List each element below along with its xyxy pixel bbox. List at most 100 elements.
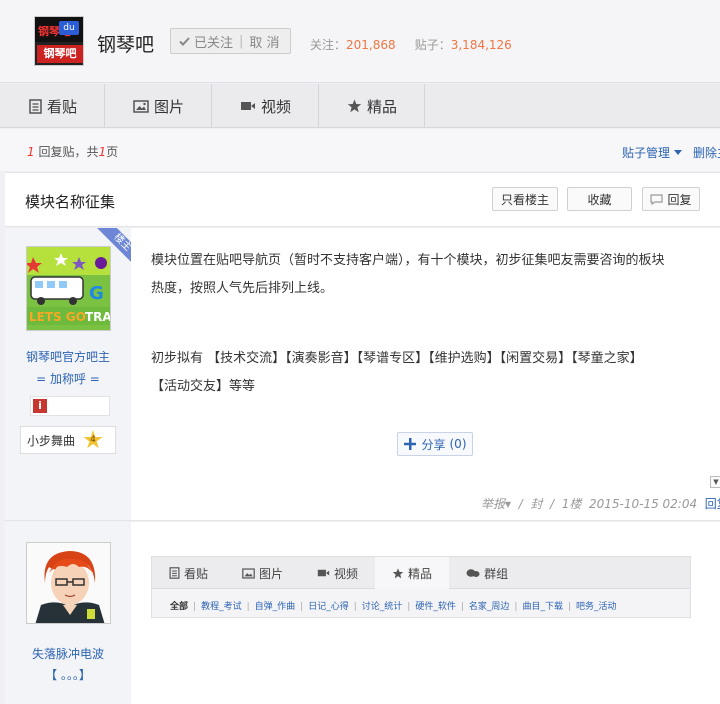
unfollow-button[interactable]: 取 消 [249,32,279,51]
avatar-image: G LETS GO TRA [27,247,111,330]
plus-icon [404,438,417,450]
follow-count: 201,868 [346,38,396,52]
embedded-tab-label: 视频 [334,566,359,581]
embedded-tab-groups[interactable]: 群组 [449,557,525,589]
category-link[interactable]: 硬件_软件 [415,602,456,612]
delete-thread-link[interactable]: 删除主 [693,144,720,161]
logo-text-bottom: 钢琴吧 [37,45,83,63]
forum-header: 钢琴吧 du 钢琴吧 钢琴吧 已关注 | 取 消 关注：201,868 贴子：3… [0,0,720,83]
tab-featured[interactable]: 精品 [319,84,426,128]
forum-nav: 看贴 图片 视频 精品 [0,84,720,128]
reply-count: 1 回复贴，共1页 [27,143,118,160]
embedded-tab-videos[interactable]: 视频 [300,557,375,589]
tab-label: 图片 [154,97,185,116]
category-link[interactable]: 教程_考试 [201,602,242,612]
group-icon [466,568,480,577]
post-meta: 举报▾ / 封 / 1楼 2015-10-15 02:04 回复 [481,495,720,512]
post-count: 3,184,126 [450,38,512,52]
tab-images[interactable]: 图片 [105,84,213,128]
video-icon [241,102,256,110]
share-button[interactable]: 分享 (0) [397,432,473,456]
tab-videos[interactable]: 视频 [212,84,320,128]
author-title[interactable]: = 加称呼 = [5,370,131,387]
embedded-tab-label: 精品 [408,566,433,581]
post-content: 模块位置在贴吧导航页（暂时不支持客户端），有十个模块，初步征集吧友需要咨询的板块… [151,247,699,401]
embedded-tabs: 看贴 图片 视频 精品 群组 [152,557,690,589]
content-line: 初步拟有 【技术交流】【演奏影音】【琴谱专区】【维护选购】【闲置交易】【琴童之家… [151,351,643,366]
forum-stats: 关注：201,868 贴子：3,184,126 [310,36,512,53]
star-icon [347,99,362,113]
manage-label: 贴子管理 [622,146,671,160]
content-line: 热度，按照人气先后排列上线。 [151,281,334,296]
embedded-category-links: 全部 | 教程_考试 | 自弹_作曲 | 日记_心得 | 讨论_统计 | 硬件_软件 | 名家_周边 | 曲… [170,602,617,612]
level-number: 4 [90,435,96,445]
embedded-tab-featured[interactable]: 精品 [375,557,450,589]
comment-icon [650,193,664,205]
reply-number: 1 [27,145,35,159]
forum-name[interactable]: 钢琴吧 [97,30,154,57]
category-link[interactable]: 曲目_下载 [522,602,563,612]
author-name[interactable]: 钢琴吧官方吧主 [5,348,131,365]
post-stat-label: 贴子： [414,38,451,52]
category-link[interactable]: 名家_周边 [469,602,510,612]
follow-stat-label: 关注： [310,38,347,52]
author-name[interactable]: 失落脉冲电波 [5,645,131,662]
image-icon [242,567,255,579]
doc-icon [169,567,180,579]
post-menu-toggle[interactable]: ▼ [710,476,720,488]
doc-icon [29,98,42,114]
reply-text: 回复贴，共 [38,145,99,159]
tab-posts[interactable]: 看贴 [0,84,106,128]
svg-text:G: G [89,283,104,304]
logo-du-icon: du [59,21,79,35]
check-icon [179,36,190,46]
post-floor-1: 楼主 G LETS GO TRA 钢琴吧官方吧主 = 加称呼 = i 小步舞曲 … [5,228,720,521]
report-dropdown[interactable]: 举报▾ [481,497,511,511]
category-link[interactable]: 自弹_作曲 [255,602,296,612]
post-reply-link[interactable]: 回复 [705,497,720,511]
share-label: 分享 [421,437,446,452]
thread-info-bar: 1 回复贴，共1页 贴子管理 删除主 [0,129,720,171]
seal-link[interactable]: 封 [530,497,542,511]
thread-title: 模块名称征集 [25,193,116,211]
author-info-badge[interactable]: i [30,396,110,416]
embedded-forum-nav: 看贴 图片 视频 精品 群组 全部 | 教程_考试 | 自弹_作曲 | 日记_心得 | 讨论_统… [151,556,691,618]
reply-button-label: 回复 [667,192,692,207]
tab-label: 看贴 [47,97,78,116]
only-author-button[interactable]: 只看楼主 [492,187,558,211]
reply-button[interactable]: 回复 [642,187,700,211]
author-avatar[interactable] [26,542,111,624]
svg-text:TRA: TRA [85,310,111,324]
forum-logo[interactable]: 钢琴吧 du 钢琴吧 [34,16,84,66]
post-floor-2: 失落脉冲电波 【 。。。】 看贴 图片 视频 精品 群组 全部 | 教程_考试 … [5,522,720,704]
category-link[interactable]: 全部 [170,602,188,612]
post-date: 2015-10-15 02:04 [588,497,698,511]
author-title[interactable]: 【 。。。】 [5,666,131,683]
author-avatar[interactable]: G LETS GO TRA [26,246,111,331]
followed-button[interactable]: 已关注 [171,32,233,51]
thread-title-bar: 模块名称征集 只看楼主 收藏 回复 [5,172,720,227]
content-line: 模块位置在贴吧导航页（暂时不支持客户端），有十个模块，初步征集吧友需要咨询的板块 [151,253,665,268]
tab-label: 精品 [367,97,398,116]
follow-divider: | [239,33,244,49]
author-level[interactable]: 小步舞曲 4 [20,426,116,454]
category-link[interactable]: 日记_心得 [308,602,349,612]
embedded-tab-posts[interactable]: 看贴 [152,557,225,589]
content-line: 【活动交友】等等 [151,379,256,394]
level-star-icon: 4 [83,430,103,449]
follow-control: 已关注 | 取 消 [170,28,291,54]
post-manage-dropdown[interactable]: 贴子管理 [622,144,683,161]
page-unit: 页 [106,145,119,159]
followed-label: 已关注 [194,35,234,51]
star-icon [392,567,404,578]
category-link[interactable]: 讨论_统计 [362,602,403,612]
embedded-tab-images[interactable]: 图片 [225,557,300,589]
svg-text:LETS GO: LETS GO [29,310,86,324]
floor-number: 1楼 [561,497,582,511]
image-icon [133,99,149,113]
report-label: 举报 [481,497,506,511]
favorite-button[interactable]: 收藏 [567,187,632,211]
page-number: 1 [98,145,107,159]
category-link[interactable]: 吧务_活动 [576,602,617,612]
